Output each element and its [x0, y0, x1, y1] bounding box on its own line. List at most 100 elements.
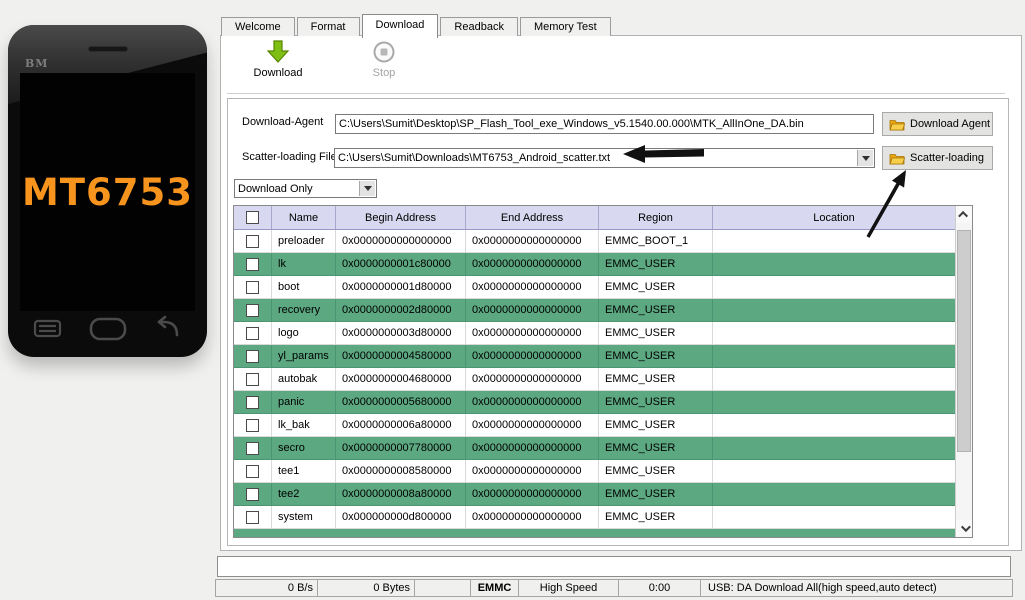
- row-checkbox[interactable]: [246, 465, 259, 478]
- status-storage-type: EMMC: [470, 579, 519, 597]
- cell-name: system: [272, 506, 336, 528]
- table-row[interactable]: logo 0x0000000003d80000 0x00000000000000…: [234, 322, 955, 345]
- cell-name: logo: [272, 322, 336, 344]
- tab-label: Welcome: [235, 21, 281, 33]
- download-mode-combobox[interactable]: Download Only: [234, 179, 377, 198]
- cell-begin-address: 0x0000000001d80000: [336, 276, 466, 298]
- cell-region: EMMC_USER: [599, 322, 713, 344]
- header-name: Name: [272, 206, 336, 230]
- download-agent-field[interactable]: C:\Users\Sumit\Desktop\SP_Flash_Tool_exe…: [335, 114, 874, 134]
- status-bar: 0 B/s 0 Bytes EMMC High Speed 0:00 USB: …: [215, 579, 1012, 597]
- cell-location: [713, 460, 955, 482]
- cell-end-address: 0x0000000000000000: [466, 414, 599, 436]
- scatter-loading-browse-label: Scatter-loading: [910, 152, 984, 164]
- cell-end-address: 0x0000000000000000: [466, 460, 599, 482]
- tab-label: Download: [376, 19, 425, 31]
- row-checkbox-cell: [234, 391, 272, 413]
- cell-end-address: 0x0000000000000000: [466, 230, 599, 252]
- row-checkbox[interactable]: [246, 442, 259, 455]
- phone-brand-label: BM: [25, 57, 48, 70]
- download-button[interactable]: Download: [243, 40, 313, 90]
- row-checkbox[interactable]: [246, 281, 259, 294]
- cell-begin-address: 0x0000000002d80000: [336, 299, 466, 321]
- header-begin-address: Begin Address: [336, 206, 466, 230]
- row-checkbox-cell: [234, 483, 272, 505]
- select-all-checkbox[interactable]: [246, 211, 259, 224]
- table-row[interactable]: preloader 0x0000000000000000 0x000000000…: [234, 230, 955, 253]
- table-row[interactable]: tee1 0x0000000008580000 0x00000000000000…: [234, 460, 955, 483]
- cell-region: EMMC_USER: [599, 437, 713, 459]
- row-checkbox-cell: [234, 437, 272, 459]
- header-end-address: End Address: [466, 206, 599, 230]
- row-checkbox[interactable]: [246, 488, 259, 501]
- cell-region: EMMC_USER: [599, 506, 713, 528]
- row-checkbox-cell: [234, 345, 272, 367]
- cell-begin-address: 0x0000000007780000: [336, 437, 466, 459]
- download-agent-label: Download-Agent: [242, 116, 323, 130]
- stop-button-label: Stop: [373, 67, 396, 79]
- row-checkbox[interactable]: [246, 396, 259, 409]
- cell-end-address: 0x0000000000000000: [466, 253, 599, 275]
- cell-location: [713, 391, 955, 413]
- table-row[interactable]: panic 0x0000000005680000 0x0000000000000…: [234, 391, 955, 414]
- cell-end-address: 0x0000000000000000: [466, 483, 599, 505]
- table-row[interactable]: yl_params 0x0000000004580000 0x000000000…: [234, 345, 955, 368]
- row-checkbox[interactable]: [246, 304, 259, 317]
- row-checkbox-cell: [234, 230, 272, 252]
- table-scrollbar[interactable]: [955, 206, 972, 537]
- table-row[interactable]: recovery 0x0000000002d80000 0x0000000000…: [234, 299, 955, 322]
- scatter-file-combobox[interactable]: C:\Users\Sumit\Downloads\MT6753_Android_…: [334, 148, 875, 168]
- row-checkbox[interactable]: [246, 327, 259, 340]
- download-groupbox: Download-Agent C:\Users\Sumit\Desktop\SP…: [227, 98, 1009, 546]
- cell-location: [713, 483, 955, 505]
- row-checkbox-cell: [234, 506, 272, 528]
- row-checkbox-cell: [234, 276, 272, 298]
- row-checkbox[interactable]: [246, 511, 259, 524]
- tab[interactable]: Memory Test: [520, 17, 611, 36]
- tab[interactable]: Welcome: [221, 17, 295, 36]
- row-checkbox[interactable]: [246, 235, 259, 248]
- table-row[interactable]: lk_bak 0x0000000006a80000 0x000000000000…: [234, 414, 955, 437]
- row-checkbox[interactable]: [246, 350, 259, 363]
- download-agent-browse-button[interactable]: Download Agent: [882, 112, 993, 136]
- table-row[interactable]: lk 0x0000000001c80000 0x0000000000000000…: [234, 253, 955, 276]
- table-row[interactable]: secro 0x0000000007780000 0x0000000000000…: [234, 437, 955, 460]
- row-checkbox-cell: [234, 299, 272, 321]
- table-row[interactable]: boot 0x0000000001d80000 0x00000000000000…: [234, 276, 955, 299]
- status-speed: 0 B/s: [215, 579, 318, 597]
- scrollbar-thumb[interactable]: [957, 230, 971, 452]
- scatter-combobox-dropdown[interactable]: [857, 150, 873, 166]
- scatter-loading-browse-button[interactable]: Scatter-loading: [882, 146, 993, 170]
- cell-begin-address: 0x000000000d800000: [336, 506, 466, 528]
- phone-screen: MT6753: [20, 73, 195, 311]
- scrollbar-up-button[interactable]: [956, 206, 972, 223]
- status-usb-info: USB: DA Download All(high speed,auto det…: [700, 579, 1013, 597]
- scrollbar-down-button[interactable]: [956, 520, 972, 537]
- cell-end-address: 0x0000000000000000: [466, 506, 599, 528]
- download-tab-panel: Download Stop Download-Agent C:\Users\Su…: [220, 35, 1022, 551]
- table-row[interactable]: system 0x000000000d800000 0x000000000000…: [234, 506, 955, 529]
- mode-combobox-dropdown[interactable]: [359, 181, 375, 196]
- table-row[interactable]: tee2 0x0000000008a80000 0x00000000000000…: [234, 483, 955, 506]
- green-down-arrow-icon: [267, 40, 289, 64]
- tab[interactable]: Format: [297, 17, 360, 36]
- row-checkbox[interactable]: [246, 373, 259, 386]
- phone-image: BM MT6753: [8, 25, 207, 357]
- stop-button[interactable]: Stop: [349, 40, 419, 90]
- scatter-file-path: C:\Users\Sumit\Downloads\MT6753_Android_…: [338, 152, 610, 164]
- tab-label: Readback: [454, 21, 504, 33]
- menu-icon: [35, 321, 60, 336]
- row-checkbox[interactable]: [246, 258, 259, 271]
- tab[interactable]: Download: [362, 14, 439, 38]
- tab[interactable]: Readback: [440, 17, 518, 36]
- chevron-down-icon: [862, 156, 870, 161]
- cell-name: yl_params: [272, 345, 336, 367]
- status-bytes: 0 Bytes: [317, 579, 415, 597]
- cell-name: tee2: [272, 483, 336, 505]
- partial-row: [234, 529, 955, 538]
- table-row[interactable]: autobak 0x0000000004680000 0x00000000000…: [234, 368, 955, 391]
- toolbar-divider: [227, 93, 1005, 94]
- cell-region: EMMC_USER: [599, 253, 713, 275]
- home-icon: [91, 319, 125, 339]
- row-checkbox[interactable]: [246, 419, 259, 432]
